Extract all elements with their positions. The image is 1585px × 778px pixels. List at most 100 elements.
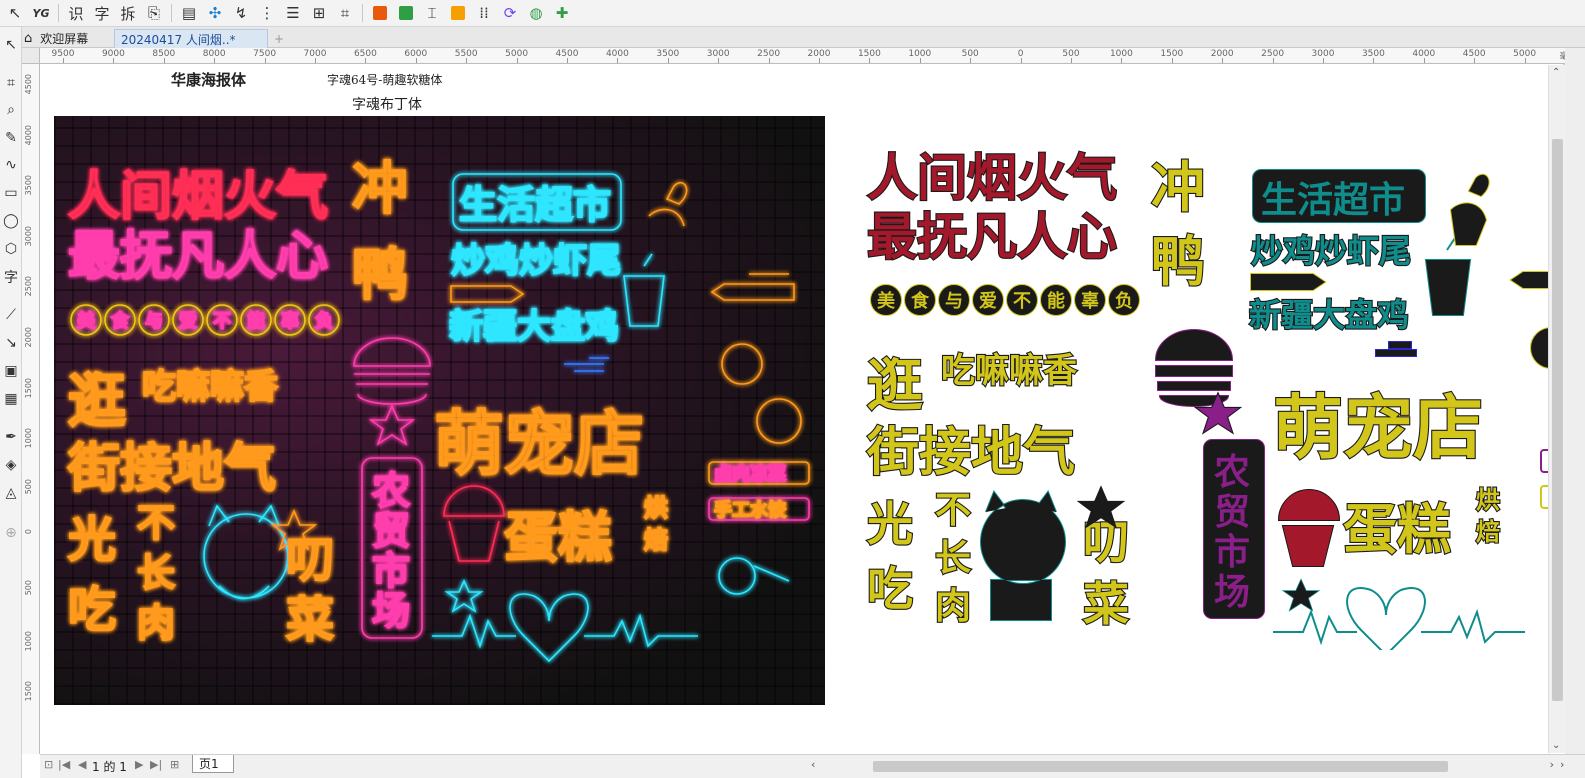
- neon-drink-cup: [623, 253, 665, 327]
- neon-lucky-cat: [203, 504, 289, 600]
- scroll-up-icon[interactable]: ⌃: [1552, 67, 1560, 78]
- last-page-icon[interactable]: ▶|: [150, 758, 162, 771]
- scroll-right-end-icon[interactable]: ›: [1560, 758, 1564, 771]
- bezier-icon[interactable]: ∿: [1, 155, 21, 175]
- neon-text-jiejie: 街接地气: [67, 439, 276, 499]
- neon-heart-hand: [648, 181, 688, 227]
- toolbar-separator: [362, 4, 363, 22]
- horizontal-ruler[interactable]: 9500 9000 8500 8000 7500 7000 6500 6000 5500 5000…: [40, 48, 1585, 75]
- neon-text-nongmao-char: 场: [372, 589, 410, 633]
- ellipse-icon[interactable]: ◯: [1, 211, 21, 231]
- vertical-scroll-thumb[interactable]: [1552, 139, 1563, 701]
- eyedropper-icon[interactable]: ✒: [1, 427, 21, 447]
- node-edit-icon[interactable]: ↖: [1, 35, 21, 55]
- vertical-scrollbar[interactable]: ⌃ ⌄: [1548, 65, 1565, 753]
- neon-text-guang: 逛: [68, 367, 126, 435]
- grid-dots-icon[interactable]: ⁞⁞: [473, 2, 495, 24]
- lines-icon[interactable]: ☰: [282, 2, 304, 24]
- prev-page-icon[interactable]: ◀: [78, 758, 86, 771]
- drawing-canvas[interactable]: 华康海报体 字魂64号-萌趣软糖体 字魂布丁体 人间烟火气 最抚凡人心美食与爱不能…: [41, 65, 1548, 753]
- polygon-icon[interactable]: ⬡: [1, 239, 21, 259]
- ruler-v-label: 2000: [24, 327, 33, 348]
- globe-icon[interactable]: ◍: [525, 2, 547, 24]
- vector-outline-artwork[interactable]: 人间烟火气 最抚凡人心美食与爱不能辜负冲鸭生活超市 炒鸡炒虾尾 新疆大盘鸡逛吃嘛嘛香街…: [861, 150, 1548, 650]
- ruler-v-label: 500: [24, 580, 33, 596]
- text-button[interactable]: 字: [91, 2, 113, 24]
- neon-signs-svg: 人间烟火气最抚凡人心美食与爱不能辜负冲鸭生活超市炒鸡炒虾尾新疆大盘鸡逛 吃嘛嘛香街…: [66, 156, 810, 663]
- vector-circle-char: 与: [945, 291, 963, 312]
- ruler-v-label: 0: [24, 529, 33, 535]
- pattern-icon[interactable]: ✣: [204, 2, 226, 24]
- neon-circle-char: 食: [110, 310, 130, 332]
- ruler-origin[interactable]: [22, 48, 40, 64]
- font-label-buding[interactable]: 字魂布丁体: [352, 94, 422, 114]
- split-button[interactable]: 拆: [117, 2, 139, 24]
- neon-text-bei: 焙: [644, 526, 668, 554]
- next-page-icon[interactable]: ▶: [135, 758, 143, 771]
- font-label-huakang[interactable]: 华康海报体: [171, 69, 246, 90]
- puzzle-icon[interactable]: ✚: [551, 2, 573, 24]
- neon-arrow-left: [710, 273, 795, 301]
- crop-icon[interactable]: ⌗: [1, 73, 21, 93]
- tab-document[interactable]: 20240417 人间烟..*: [114, 29, 268, 48]
- recognize-button[interactable]: 识: [65, 2, 87, 24]
- horizontal-scrollbar[interactable]: ‹ ›: [811, 758, 1554, 774]
- vector-lucky-cat: [980, 489, 1067, 621]
- neon-cupcake: [443, 485, 505, 562]
- vector-text-shenghuo: 生活超市: [1261, 180, 1405, 221]
- page-tab[interactable]: 页1: [192, 755, 234, 773]
- ruler-v-label: 1500: [24, 377, 33, 398]
- shadow-icon[interactable]: ▣: [1, 361, 21, 381]
- font-label-menqu[interactable]: 字魂64号-萌趣软糖体: [327, 71, 442, 88]
- pick-tool-icon[interactable]: ↖: [4, 2, 26, 24]
- add-tool-icon[interactable]: ⊕: [1, 523, 21, 543]
- curve-tool-icon[interactable]: ↯: [230, 2, 252, 24]
- vector-arrow-left: [1509, 271, 1548, 289]
- align-icon[interactable]: ⋮: [256, 2, 278, 24]
- transparency-icon[interactable]: ▦: [1, 389, 21, 409]
- copy-icon[interactable]: ⎘: [143, 2, 165, 24]
- neon-text-guang2: 光: [68, 512, 116, 568]
- neon-text-bu: 不: [137, 501, 175, 545]
- outline-icon[interactable]: ◬: [1, 483, 21, 503]
- vector-text-bu: 不: [935, 490, 971, 531]
- ruler-h-tick: [1171, 58, 1173, 63]
- neon-text-hong: 烘: [644, 494, 668, 522]
- horizontal-scroll-thumb[interactable]: [873, 761, 1448, 772]
- scroll-right-icon[interactable]: ›: [1550, 758, 1554, 771]
- new-tab-button[interactable]: +: [270, 29, 288, 48]
- text-frame-icon[interactable]: ⌶: [421, 2, 443, 24]
- add-page-icon[interactable]: ⊞: [170, 758, 179, 771]
- group-icon[interactable]: ⊞: [308, 2, 330, 24]
- select-area-icon[interactable]: ⌗: [334, 2, 356, 24]
- tab-welcome-label: 欢迎屏幕: [40, 32, 89, 46]
- neon-reference-image[interactable]: 人间烟火气 最抚凡人心美食与爱不能辜负冲鸭生活超市 炒鸡炒虾尾 新疆大盘鸡逛吃嘛嘛香街…: [54, 116, 825, 705]
- neon-cloud: [564, 357, 609, 372]
- rectangle-icon[interactable]: ▭: [1, 183, 21, 203]
- ruler-h-tick: [1474, 58, 1476, 63]
- ruler-h-tick: [415, 58, 417, 63]
- blend-icon[interactable]: ⟳: [499, 2, 521, 24]
- ruler-h-tick: [315, 58, 316, 63]
- list-icon[interactable]: [447, 2, 469, 24]
- tab-welcome-screen[interactable]: ⌂ 欢迎屏幕: [20, 29, 112, 48]
- neon-arrow-right: [450, 285, 525, 303]
- text-tool-icon[interactable]: 字: [1, 267, 21, 287]
- table-icon[interactable]: ▤: [178, 2, 200, 24]
- ruler-h-tick: [163, 58, 165, 63]
- first-page-icon[interactable]: |◀: [58, 758, 70, 771]
- fit-page-icon[interactable]: ⊡: [44, 758, 53, 771]
- freehand-icon[interactable]: ✎: [1, 128, 21, 148]
- vector-text-guang: 逛: [867, 354, 923, 419]
- ruler-h-tick: [667, 58, 669, 63]
- yg-plugin-icon[interactable]: YG: [30, 2, 52, 24]
- image-icon[interactable]: [395, 2, 417, 24]
- color-palette-icon[interactable]: [369, 2, 391, 24]
- line-tool-icon[interactable]: ⟋: [1, 305, 21, 325]
- scroll-left-icon[interactable]: ‹: [811, 758, 815, 771]
- scroll-down-icon[interactable]: ⌄: [1552, 740, 1560, 751]
- fill-icon[interactable]: ◈: [1, 455, 21, 475]
- vertical-ruler[interactable]: 4500 4000 3500 3000 2500 2000 1500 1000 500 0 500 1…: [22, 64, 40, 754]
- connector-icon[interactable]: ↘: [1, 333, 21, 353]
- zoom-icon[interactable]: ⌕: [1, 100, 21, 120]
